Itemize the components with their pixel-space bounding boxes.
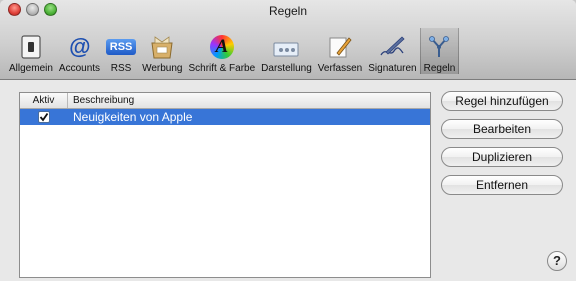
preferences-window: Regeln Allgemein @ Accounts RSS RSS Werb…	[0, 0, 576, 281]
switch-icon	[16, 34, 46, 60]
duplicate-rule-button[interactable]: Duplizieren	[441, 147, 563, 167]
tab-label: Regeln	[423, 63, 456, 74]
rules-table[interactable]: Aktiv Beschreibung Neuigkeiten von Apple	[19, 92, 431, 278]
rules-pane: Aktiv Beschreibung Neuigkeiten von Apple…	[0, 81, 576, 281]
edit-rule-button[interactable]: Bearbeiten	[441, 119, 563, 139]
preferences-toolbar: Allgemein @ Accounts RSS RSS Werbung A S…	[6, 28, 460, 74]
tab-darstellung[interactable]: Darstellung	[258, 28, 315, 74]
font-glyph: A	[215, 36, 229, 57]
tab-label: RSS	[110, 63, 132, 74]
tab-label: Signaturen	[368, 63, 417, 74]
display-icon	[271, 34, 301, 60]
remove-rule-button[interactable]: Entfernen	[441, 175, 563, 195]
help-button[interactable]: ?	[547, 251, 567, 271]
table-row[interactable]: Neuigkeiten von Apple	[20, 109, 430, 125]
signature-pen-icon	[377, 34, 407, 60]
tab-signaturen[interactable]: Signaturen	[365, 28, 419, 74]
table-header: Aktiv Beschreibung	[20, 93, 430, 109]
junk-mail-icon	[147, 34, 177, 60]
font-color-icon: A	[207, 34, 237, 60]
column-header-beschreibung[interactable]: Beschreibung	[68, 93, 430, 108]
tab-label: Darstellung	[261, 63, 312, 74]
rss-icon: RSS	[105, 34, 137, 60]
compose-pencil-icon	[325, 34, 355, 60]
active-cell	[20, 111, 68, 123]
checkmark-icon	[39, 112, 49, 122]
tab-verfassen[interactable]: Verfassen	[315, 28, 365, 74]
tab-label: Schrift & Farbe	[188, 63, 256, 74]
rule-active-checkbox[interactable]	[38, 111, 50, 123]
tab-label: Accounts	[58, 63, 101, 74]
column-header-aktiv[interactable]: Aktiv	[20, 93, 68, 108]
rule-actions: Regel hinzufügen Bearbeiten Duplizieren …	[441, 91, 563, 203]
title-toolbar: Regeln Allgemein @ Accounts RSS RSS Werb…	[0, 0, 576, 80]
rules-icon	[424, 34, 454, 60]
window-title: Regeln	[268, 4, 308, 18]
tab-label: Verfassen	[317, 63, 363, 74]
at-sign-icon: @	[64, 34, 94, 60]
tab-werbung[interactable]: Werbung	[139, 28, 185, 74]
tab-label: Werbung	[142, 63, 183, 74]
tab-rss[interactable]: RSS RSS	[103, 28, 139, 74]
add-rule-button[interactable]: Regel hinzufügen	[441, 91, 563, 111]
rss-glyph: RSS	[105, 39, 137, 55]
tab-regeln[interactable]: Regeln	[419, 28, 460, 74]
tab-allgemein[interactable]: Allgemein	[6, 28, 56, 74]
rule-description: Neuigkeiten von Apple	[73, 110, 193, 124]
tab-accounts[interactable]: @ Accounts	[56, 28, 103, 74]
at-glyph: @	[68, 34, 91, 59]
tab-label: Allgemein	[9, 63, 53, 74]
tab-schrift-farbe[interactable]: A Schrift & Farbe	[185, 28, 258, 74]
